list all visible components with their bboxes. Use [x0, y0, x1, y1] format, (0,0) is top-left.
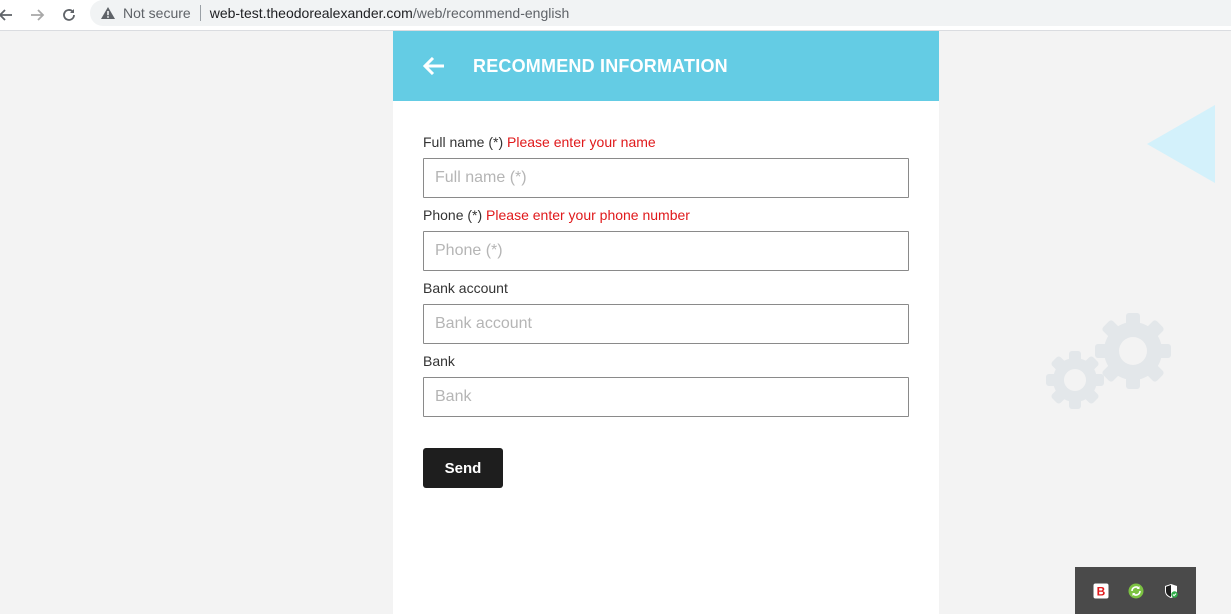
shield-check-icon[interactable]: [1162, 582, 1180, 600]
omnibox-separator: [199, 5, 201, 21]
forward-arrow-icon[interactable]: [25, 3, 49, 27]
sync-icon[interactable]: [1127, 582, 1145, 600]
bank-label-text: Bank: [423, 353, 455, 369]
url-path: /web/recommend-english: [412, 5, 570, 21]
full-name-input[interactable]: [423, 158, 909, 198]
brave-b-icon[interactable]: B: [1092, 582, 1110, 600]
url-host: web-test.theodorealexander.com: [209, 5, 413, 21]
security-indicator[interactable]: Not secure: [100, 5, 191, 21]
bank-account-label: Bank account: [423, 280, 909, 296]
url-text[interactable]: web-test.theodorealexander.com/web/recom…: [210, 5, 570, 21]
browser-toolbar: Not secure web-test.theodorealexander.co…: [0, 0, 1231, 31]
phone-label-text: Phone (*): [423, 207, 483, 223]
decorative-triangle: [1147, 105, 1215, 183]
recommend-form: Full name (*) Please enter your name Pho…: [393, 101, 939, 488]
bank-account-label-text: Bank account: [423, 280, 508, 296]
phone-error: Please enter your phone number: [486, 207, 690, 223]
bank-input[interactable]: [423, 377, 909, 417]
phone-label: Phone (*) Please enter your phone number: [423, 207, 909, 223]
arrow-left-icon[interactable]: [421, 53, 447, 79]
full-name-error: Please enter your name: [507, 134, 656, 150]
bank-account-input[interactable]: [423, 304, 909, 344]
warning-icon: [101, 7, 115, 19]
system-tray: B: [1075, 567, 1196, 614]
phone-input[interactable]: [423, 231, 909, 271]
send-button[interactable]: Send: [423, 448, 503, 488]
card-header: RECOMMEND INFORMATION: [393, 31, 939, 101]
full-name-label: Full name (*) Please enter your name: [423, 134, 909, 150]
full-name-label-text: Full name (*): [423, 134, 504, 150]
back-arrow-icon[interactable]: [0, 3, 18, 27]
reload-icon[interactable]: [57, 3, 81, 27]
gears-icon: [1046, 313, 1171, 409]
page-title: RECOMMEND INFORMATION: [473, 55, 728, 76]
brave-letter: B: [1096, 584, 1105, 598]
recommend-card: RECOMMEND INFORMATION Full name (*) Plea…: [393, 31, 939, 614]
bank-label: Bank: [423, 353, 909, 369]
address-bar[interactable]: Not secure web-test.theodorealexander.co…: [90, 0, 1231, 26]
page-body: RECOMMEND INFORMATION Full name (*) Plea…: [0, 31, 1231, 614]
security-label: Not secure: [123, 5, 191, 21]
